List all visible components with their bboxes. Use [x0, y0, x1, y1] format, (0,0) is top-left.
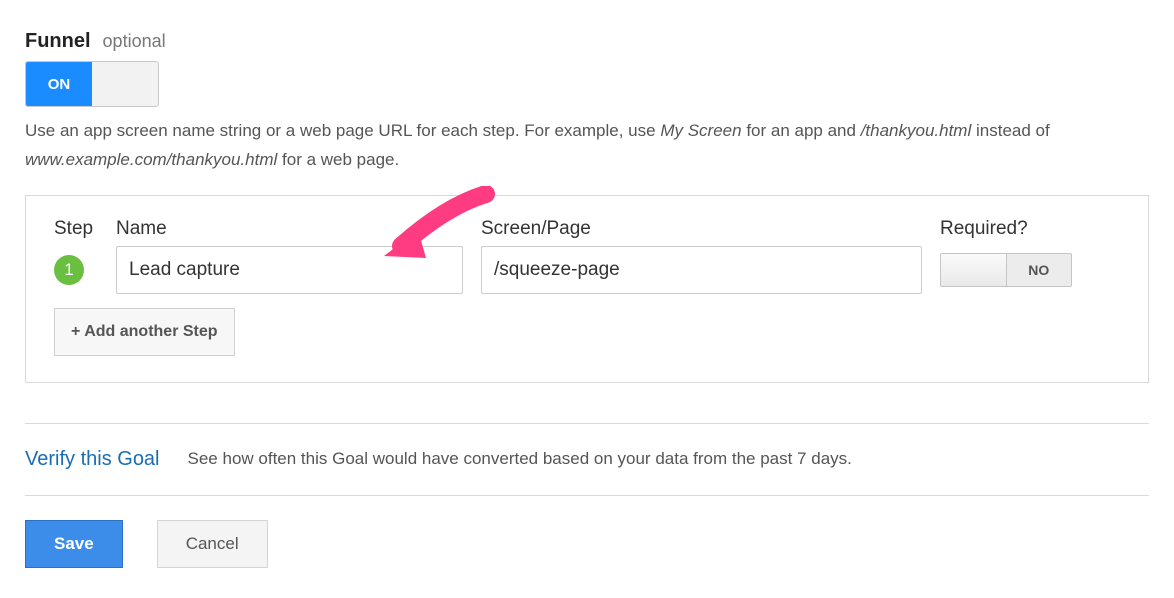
help-example-app: My Screen	[660, 121, 741, 140]
step-page-input[interactable]	[481, 246, 922, 294]
funnel-toggle[interactable]: ON	[25, 61, 159, 107]
funnel-title-row: Funnel optional	[25, 30, 1149, 53]
header-page: Screen/Page	[481, 218, 922, 240]
verify-row: Verify this Goal See how often this Goal…	[25, 424, 1149, 495]
step-row: 1 NO	[54, 246, 1120, 294]
add-step-button[interactable]: + Add another Step	[54, 308, 235, 356]
divider-bottom	[25, 495, 1149, 496]
help-example-page: /thankyou.html	[861, 121, 972, 140]
funnel-toggle-off	[92, 62, 158, 106]
step-name-input[interactable]	[116, 246, 463, 294]
cancel-button[interactable]: Cancel	[157, 520, 268, 568]
action-row: Save Cancel	[25, 520, 1149, 568]
step-headers-row: Step Name Screen/Page Required?	[54, 218, 1120, 240]
help-example-bad: www.example.com/thankyou.html	[25, 150, 277, 169]
verify-goal-link[interactable]: Verify this Goal	[25, 448, 160, 471]
help-mid2: instead of	[976, 121, 1050, 140]
step-number-wrap: 1	[54, 255, 98, 285]
funnel-optional-label: optional	[103, 31, 166, 52]
required-toggle-no: NO	[1007, 254, 1072, 286]
funnel-help-text: Use an app screen name string or a web p…	[25, 117, 1149, 175]
funnel-toggle-on: ON	[26, 62, 92, 106]
help-suffix: for a web page.	[282, 150, 399, 169]
required-toggle[interactable]: NO	[940, 253, 1072, 287]
funnel-steps-box: Step Name Screen/Page Required? 1 NO + A…	[25, 195, 1149, 383]
step-number-badge: 1	[54, 255, 84, 285]
save-button[interactable]: Save	[25, 520, 123, 568]
help-prefix: Use an app screen name string or a web p…	[25, 121, 660, 140]
header-required: Required?	[940, 218, 1028, 240]
help-mid1: for an app and	[746, 121, 860, 140]
header-step: Step	[54, 218, 98, 240]
header-name: Name	[116, 218, 463, 240]
verify-description: See how often this Goal would have conve…	[188, 449, 852, 469]
funnel-title: Funnel	[25, 30, 91, 53]
required-toggle-yes	[941, 254, 1007, 286]
